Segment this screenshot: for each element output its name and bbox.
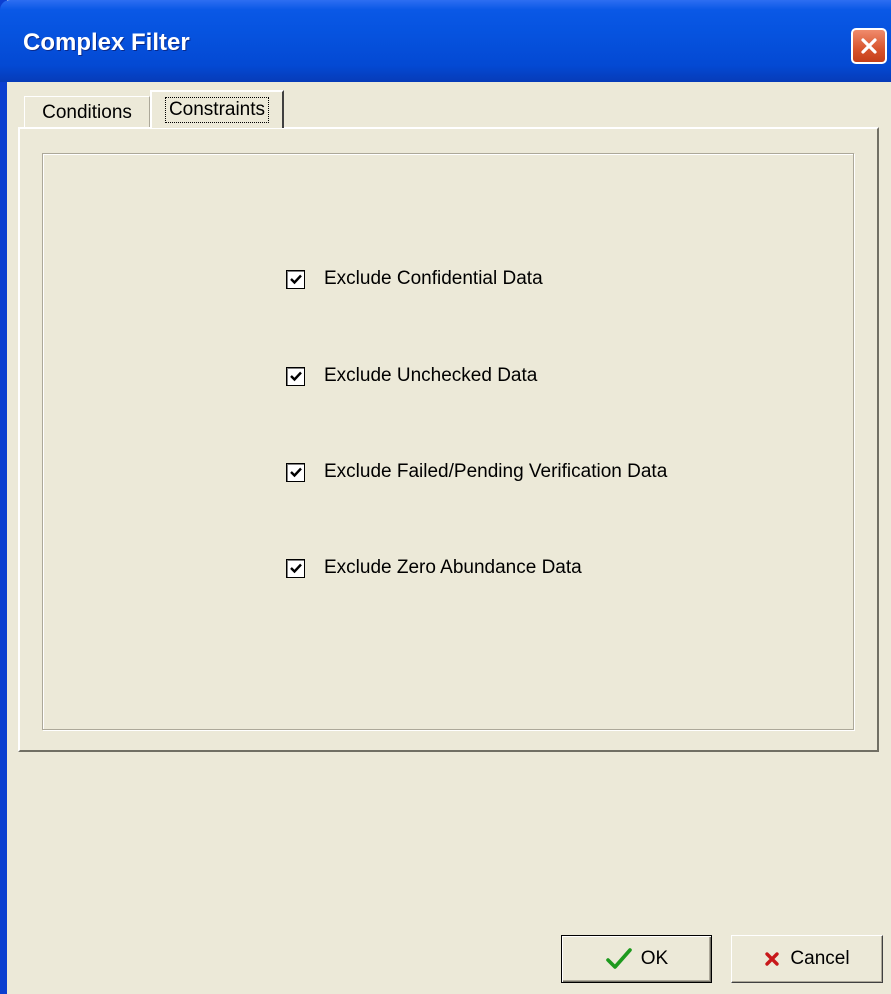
tab-constraints-label: Constraints xyxy=(164,97,270,123)
complex-filter-dialog: Complex Filter Conditions Constraints Ex… xyxy=(0,0,891,994)
tab-constraints[interactable]: Constraints xyxy=(150,90,284,128)
exclude-unchecked-checkbox[interactable]: Exclude Unchecked Data xyxy=(286,365,537,387)
constraints-group-frame xyxy=(42,153,854,730)
ok-button[interactable]: OK xyxy=(561,935,712,983)
close-icon xyxy=(858,35,880,57)
exclude-confidential-checkbox[interactable]: Exclude Confidential Data xyxy=(286,268,543,290)
checkmark-icon xyxy=(605,947,633,971)
exclude-zero-abundance-checkbox[interactable]: Exclude Zero Abundance Data xyxy=(286,557,582,579)
checkbox-box[interactable] xyxy=(286,269,305,289)
title-bar[interactable]: Complex Filter xyxy=(0,0,891,82)
window-title: Complex Filter xyxy=(23,29,190,56)
checkbox-box[interactable] xyxy=(286,558,305,578)
checkbox-label: Exclude Zero Abundance Data xyxy=(324,557,582,578)
tab-conditions[interactable]: Conditions xyxy=(24,96,150,128)
constraints-tab-panel xyxy=(18,127,879,752)
cancel-button[interactable]: Cancel xyxy=(731,935,883,983)
checkbox-box[interactable] xyxy=(286,366,305,386)
checkbox-label: Exclude Failed/Pending Verification Data xyxy=(324,461,668,482)
ok-label: OK xyxy=(640,948,669,969)
exclude-failed-pending-checkbox[interactable]: Exclude Failed/Pending Verification Data xyxy=(286,461,667,483)
checkbox-label: Exclude Unchecked Data xyxy=(324,365,538,386)
close-button[interactable] xyxy=(851,28,887,64)
tab-conditions-label: Conditions xyxy=(42,101,132,123)
cross-icon xyxy=(764,951,780,967)
checkbox-label: Exclude Confidential Data xyxy=(324,268,543,289)
cancel-label: Cancel xyxy=(790,948,850,969)
checkbox-box[interactable] xyxy=(286,462,305,482)
